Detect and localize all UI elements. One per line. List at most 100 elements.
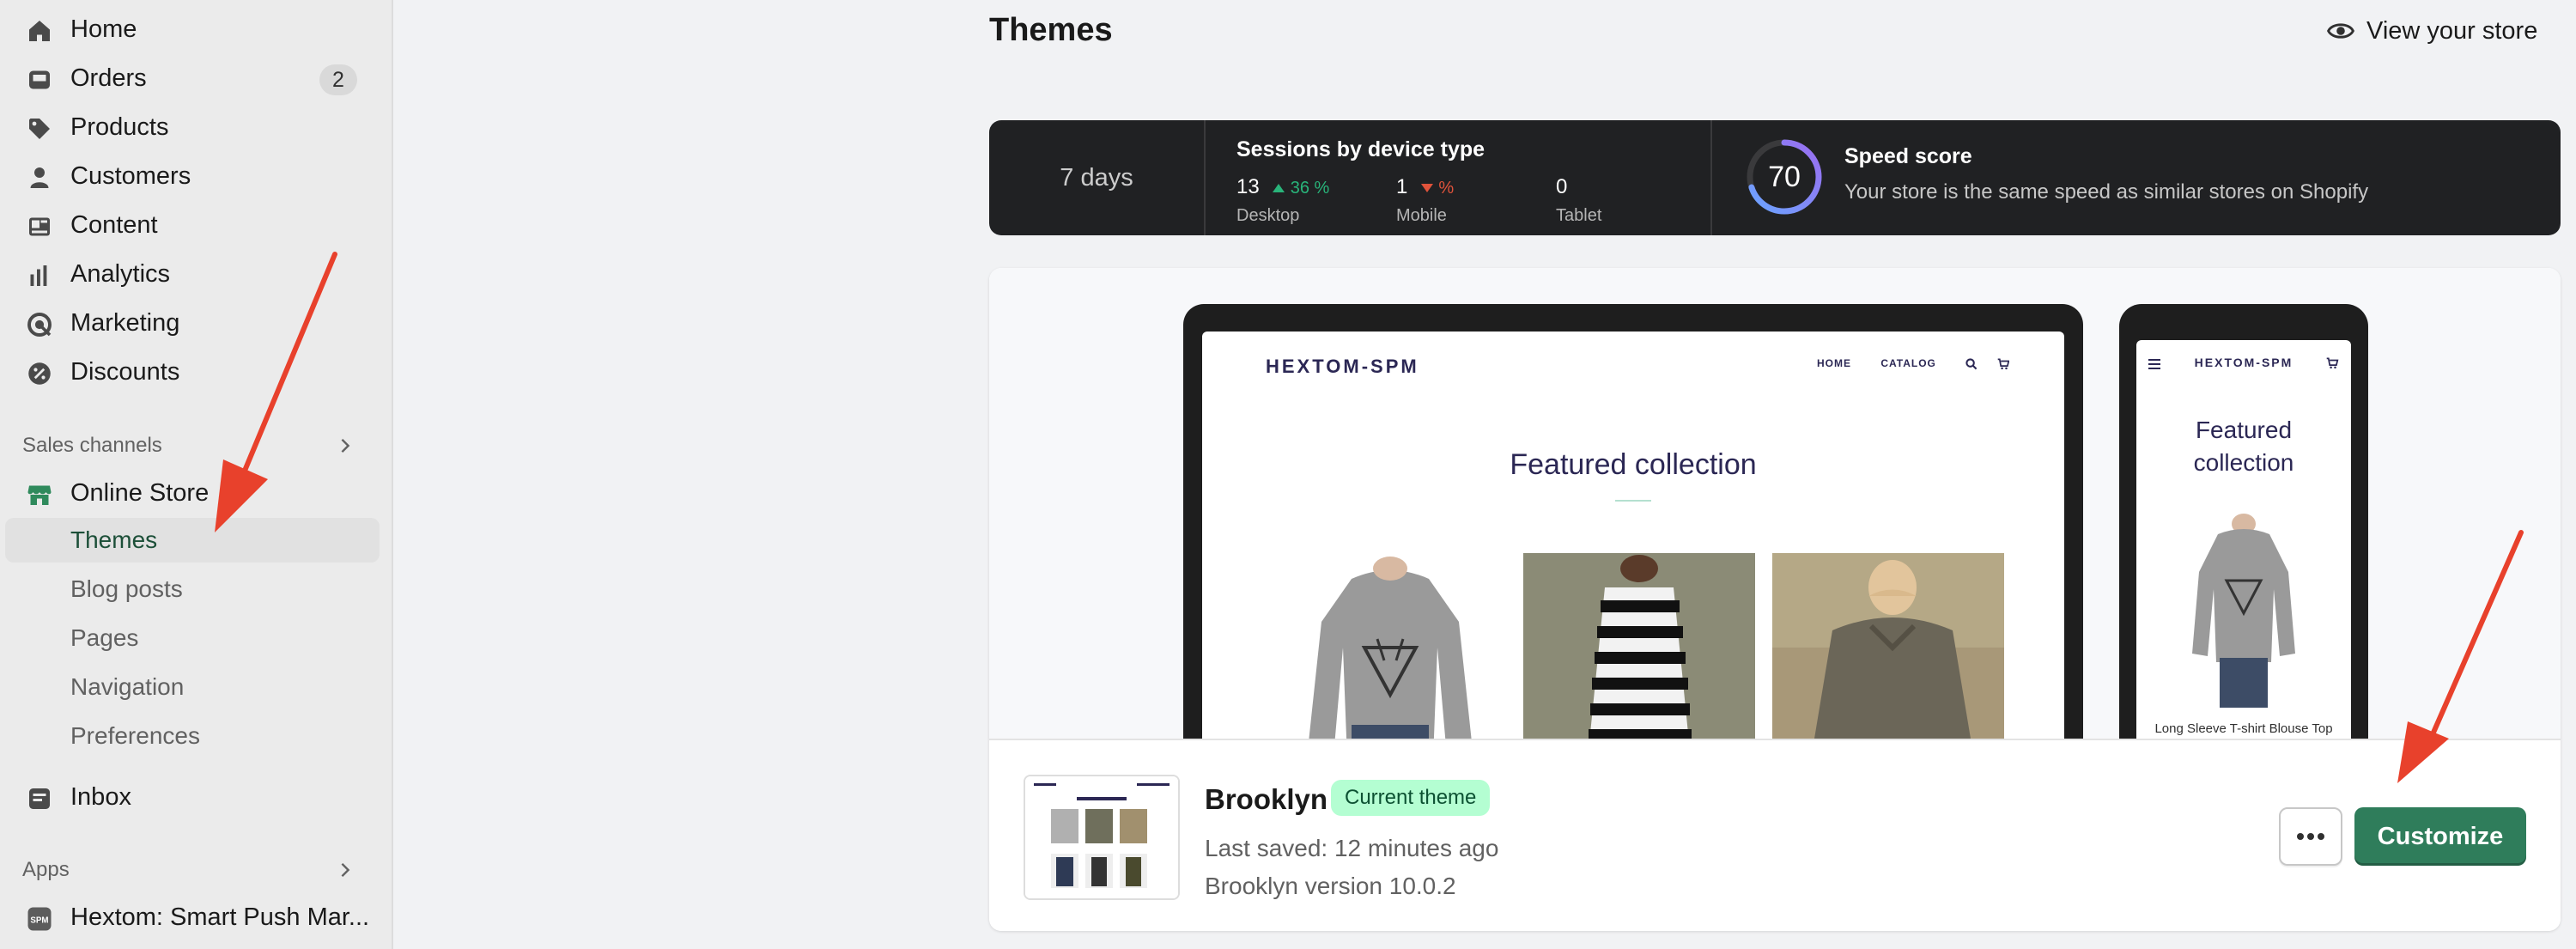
sidebar-item-products[interactable]: Products [0,105,393,149]
device-label: Desktop [1236,206,1300,225]
orders-count-badge: 2 [319,64,357,95]
view-store-label: View your store [2366,16,2538,45]
trend-change: % [1420,179,1454,198]
chevron-right-icon[interactable] [335,435,355,456]
theme-details: Brooklyn Current theme Last saved: 12 mi… [989,739,2561,931]
stats-period[interactable]: 7 days [989,120,1206,235]
featured-divider [1615,500,1651,502]
device-mobile: 1 % Mobile [1396,175,1454,226]
search-icon [1965,358,1978,370]
view-store-link[interactable]: View your store [2327,14,2550,48]
cart-icon [2326,357,2339,369]
person-icon [26,164,53,192]
theme-thumbnail [1024,775,1180,900]
bar-chart-icon [26,262,53,289]
sidebar-subitem-label: Navigation [70,673,185,700]
mobile-featured-title: Featured collection [2136,414,2351,479]
chevron-right-icon[interactable] [335,860,355,880]
device-count: 0 [1556,175,1568,198]
store-logo: HEXTOM-SPM [1266,356,1419,377]
inbox-tray-icon [26,66,53,94]
desktop-preview-frame: HEXTOM-SPM HOME CATALOG Featured collect… [1183,304,2083,739]
sidebar-subitem-preferences[interactable]: Preferences [5,714,380,758]
tag-icon [26,115,53,143]
mobile-preview-screen: HEXTOM-SPM Featured collection Long Slee… [2136,340,2351,739]
sidebar-item-orders[interactable]: Orders 2 [0,56,393,100]
sidebar-item-label: Marketing [70,309,180,337]
online-store-stats-bar: 7 days Sessions by device type 13 36 % D… [989,120,2561,235]
sidebar-subitem-label: Blog posts [70,575,183,602]
current-theme-badge: Current theme [1331,780,1491,816]
sidebar-item-analytics[interactable]: Analytics [0,252,393,296]
app-icon-text: SPM [30,916,48,926]
mobile-preview-frame: HEXTOM-SPM Featured collection Long Slee… [2119,304,2368,739]
sidebar-item-label: Hextom: Smart Push Mar... [70,903,370,931]
more-actions-button[interactable] [2279,807,2342,866]
desktop-preview-screen: HEXTOM-SPM HOME CATALOG Featured collect… [1202,332,2064,739]
device-count: 1 [1396,175,1408,198]
device-count: 13 [1236,175,1260,198]
apps-heading: Apps [22,858,70,881]
sidebar-item-label: Customers [70,162,191,190]
speed-score-value: 70 [1768,161,1801,193]
theme-preview[interactable]: HEXTOM-SPM HOME CATALOG Featured collect… [989,268,2561,739]
sidebar-item-home[interactable]: Home [0,7,393,52]
sidebar-item-label: Products [70,113,169,141]
product-image-pullover [1772,553,2004,739]
mobile-featured-line: Featured [2195,417,2293,443]
sidebar-subitem-themes[interactable]: Themes [5,518,380,563]
sidebar-item-customers[interactable]: Customers [0,154,393,198]
mobile-featured-line: collection [2193,449,2294,476]
discount-icon [26,360,53,387]
sidebar-item-label: Discounts [70,358,180,386]
sidebar: Home Orders 2 Products Customers Content… [0,0,393,949]
sidebar-item-marketing[interactable]: Marketing [0,301,393,345]
ellipsis-icon [2297,832,2324,840]
store-nav-catalog: CATALOG [1880,357,1936,369]
mobile-store-logo: HEXTOM-SPM [2194,356,2293,369]
sidebar-item-label: Home [70,15,137,43]
speed-score-description: Your store is the same speed as similar … [1844,180,2369,204]
featured-collection-title: Featured collection [1510,448,1757,481]
sidebar-item-online-store[interactable]: Online Store [0,471,393,515]
trend-change-value: 36 % [1290,179,1330,198]
device-tablet: 0 Tablet [1556,175,1601,226]
sidebar-subitem-blog-posts[interactable]: Blog posts [5,567,380,611]
eye-icon [2327,23,2354,39]
store-nav: HOME CATALOG [1817,357,2009,370]
page-title: Themes [989,12,1113,48]
product-image-striped-dress [1523,553,1755,739]
trend-down-icon [1420,184,1433,192]
sidebar-item-inbox[interactable]: Inbox [0,775,393,819]
sessions-by-device: Sessions by device type 13 36 % Desktop … [1206,120,1712,235]
sidebar-subitem-navigation[interactable]: Navigation [5,665,380,709]
current-theme-card: HEXTOM-SPM HOME CATALOG Featured collect… [989,268,2561,931]
sidebar-item-label: Online Store [70,479,210,507]
layout-icon [26,213,53,240]
speed-score[interactable]: 70 Speed score Your store is the same sp… [1712,120,2561,235]
mobile-product-caption: Long Sleeve T-shirt Blouse Top [2154,721,2333,736]
trend-change: 36 % [1272,179,1329,198]
customize-button[interactable]: Customize [2354,807,2526,866]
sidebar-subitem-label: Pages [70,624,139,651]
device-label: Tablet [1556,206,1602,225]
cart-icon [1997,358,2009,369]
chat-inbox-icon [26,785,53,812]
device-label: Mobile [1396,206,1447,225]
stats-period-label: 7 days [1060,163,1133,192]
sidebar-item-label: Orders [70,64,147,92]
sidebar-item-label: Analytics [70,260,171,288]
sidebar-subitem-pages[interactable]: Pages [5,616,380,660]
store-nav-home: HOME [1817,357,1851,369]
trend-up-icon [1273,184,1285,192]
sidebar-item-content[interactable]: Content [0,203,393,247]
sidebar-item-label: Inbox [70,783,131,811]
sidebar-subitem-label: Themes [70,526,158,553]
storefront-icon [26,481,53,508]
sidebar-item-label: Content [70,211,158,239]
spm-app-icon: SPM [26,905,53,933]
sidebar-app-hextom[interactable]: SPM Hextom: Smart Push Mar... [0,895,393,940]
product-image-sweater [1274,553,1506,739]
sidebar-item-discounts[interactable]: Discounts [0,350,393,394]
trend-change-value: % [1438,179,1455,198]
